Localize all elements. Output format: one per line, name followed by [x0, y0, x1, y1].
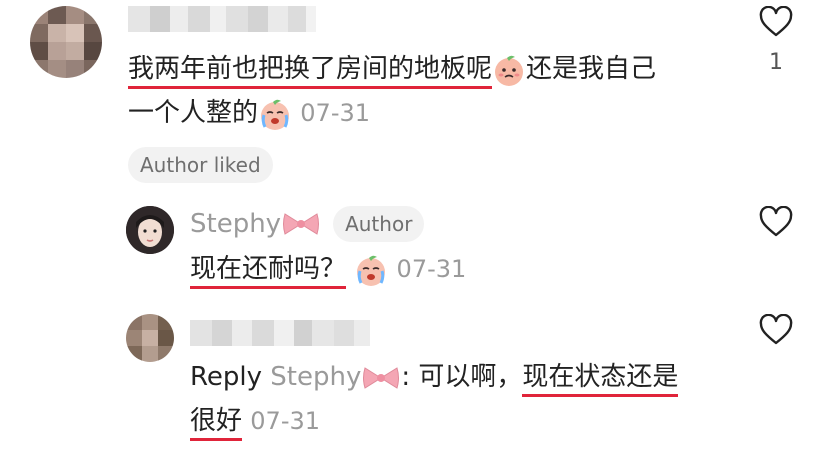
crying-peach-emoji	[354, 253, 388, 287]
reply-text: 现在还耐吗？ 07-31	[190, 252, 467, 289]
peach-face-emoji	[492, 53, 526, 87]
reply2-date: 07-31	[250, 407, 321, 435]
reply2-text-plain: : 可以啊，	[401, 362, 523, 392]
reply2-text-highlighted: 现在状态还是	[522, 362, 679, 397]
comment-like-count: 1	[769, 50, 783, 75]
reply2-text-line2-highlighted: 很好	[190, 406, 243, 441]
reply-to-username[interactable]: Stephy	[270, 362, 361, 392]
bow-emoji	[281, 211, 321, 237]
comment-date: 07-31	[300, 99, 371, 127]
reply-date: 07-31	[396, 255, 467, 283]
comment-like[interactable]	[756, 5, 796, 42]
comment-text-line2-content: 一个人整的	[128, 98, 259, 128]
comment-text-continued: 还是我自己	[526, 54, 657, 84]
stephy-avatar[interactable]	[126, 206, 174, 254]
crying-peach-emoji	[258, 97, 292, 131]
author-badge: Author	[333, 206, 425, 242]
heart-outline-icon[interactable]	[758, 313, 794, 346]
reply2-like[interactable]	[756, 313, 796, 350]
comment-text-line2: 一个人整的 07-31	[128, 96, 370, 131]
replier-avatar[interactable]	[126, 314, 174, 362]
reply-header: Stephy Author	[190, 206, 425, 242]
reply2-text-line2: 很好 07-31	[190, 404, 321, 441]
author-liked-badge: Author liked	[128, 147, 273, 183]
reply-username[interactable]: Stephy	[190, 209, 281, 239]
commenter-avatar[interactable]	[30, 6, 102, 78]
bow-emoji	[361, 365, 401, 391]
reply-label: Reply	[190, 362, 263, 392]
heart-outline-icon[interactable]	[758, 5, 794, 38]
reply-like[interactable]	[756, 205, 796, 242]
comment-text-highlighted: 我两年前也把换了房间的地板呢	[128, 54, 493, 89]
heart-outline-icon[interactable]	[758, 205, 794, 238]
commenter-username-blurred[interactable]	[128, 6, 316, 32]
reply2-text-line1: Reply Stephy : 可以啊，现在状态还是	[190, 360, 679, 397]
comment-text-line1: 我两年前也把换了房间的地板呢 还是我自己	[128, 52, 657, 89]
reply-text-highlighted: 现在还耐吗？	[190, 254, 347, 289]
replier-username-blurred[interactable]	[190, 320, 370, 346]
